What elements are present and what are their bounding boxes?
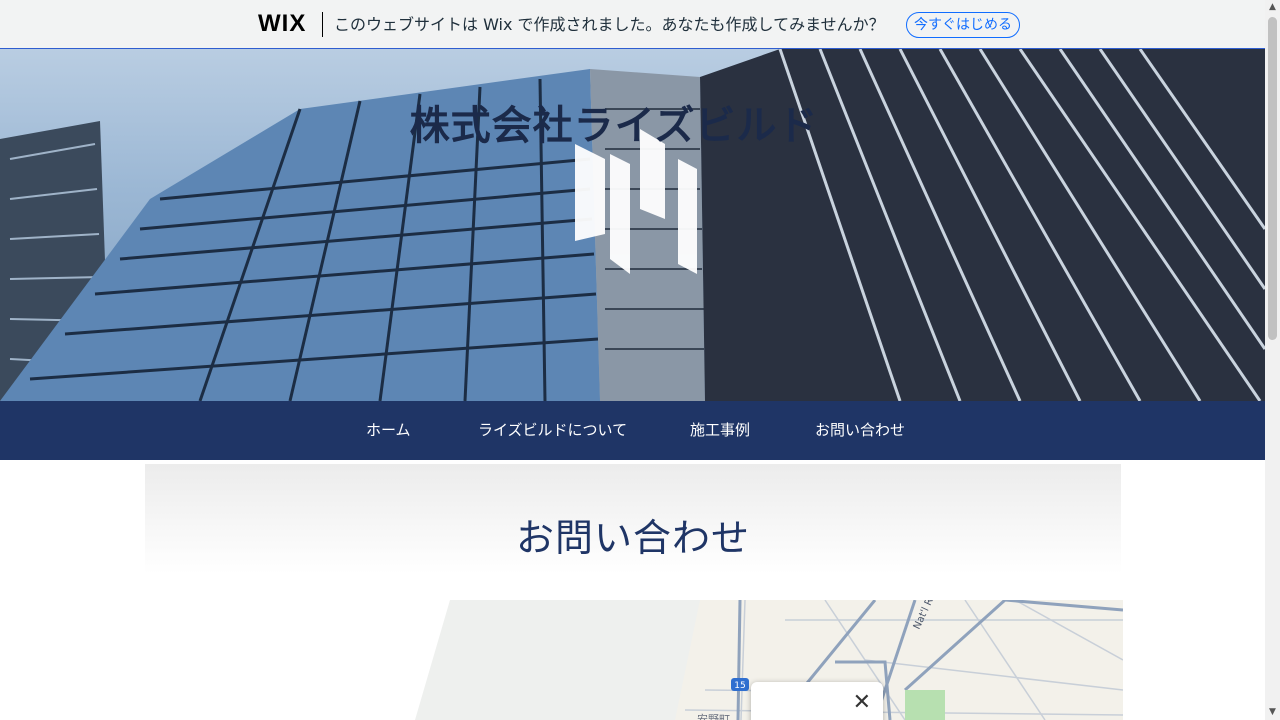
wix-banner: WIX このウェブサイトは Wix で作成されました。あなたも作成してみませんか… bbox=[0, 0, 1265, 49]
nav-item-works[interactable]: 施工事例 bbox=[690, 401, 750, 460]
scroll-up-arrow-icon[interactable]: ▲ bbox=[1265, 0, 1280, 15]
wix-logo[interactable]: WIX bbox=[258, 11, 306, 37]
scrollbar-thumb[interactable] bbox=[1268, 17, 1277, 340]
nav-item-about[interactable]: ライズビルドについて bbox=[478, 401, 627, 460]
get-started-button[interactable]: 今すぐはじめる bbox=[906, 12, 1020, 38]
page-scrollbar[interactable]: ▲ ▼ bbox=[1265, 0, 1280, 720]
map-info-popup: ✕ bbox=[751, 682, 883, 720]
hero-header: 株式会社ライズビルド bbox=[0, 49, 1265, 401]
close-icon[interactable]: ✕ bbox=[853, 692, 871, 714]
main-nav: ホーム ライズビルドについて 施工事例 お問い合わせ bbox=[0, 401, 1265, 460]
route-shield-label: 15 bbox=[734, 681, 745, 691]
banner-message: このウェブサイトは Wix で作成されました。あなたも作成してみませんか？ bbox=[334, 15, 885, 34]
nav-item-home[interactable]: ホーム bbox=[366, 401, 411, 460]
contact-title: お問い合わせ bbox=[515, 516, 750, 560]
map-embed[interactable]: 15 Nat'l R 安野町 ✕ bbox=[145, 600, 1123, 720]
scroll-down-arrow-icon[interactable]: ▼ bbox=[1265, 705, 1280, 720]
site-title[interactable]: 株式会社ライズビルド bbox=[0, 93, 1228, 151]
nav-item-contact[interactable]: お問い合わせ bbox=[815, 401, 905, 460]
place-label: 安野町 bbox=[697, 712, 730, 720]
map-canvas[interactable]: 15 Nat'l R 安野町 bbox=[145, 600, 1123, 720]
contact-section: お問い合わせ bbox=[145, 464, 1121, 574]
banner-divider bbox=[322, 12, 323, 37]
